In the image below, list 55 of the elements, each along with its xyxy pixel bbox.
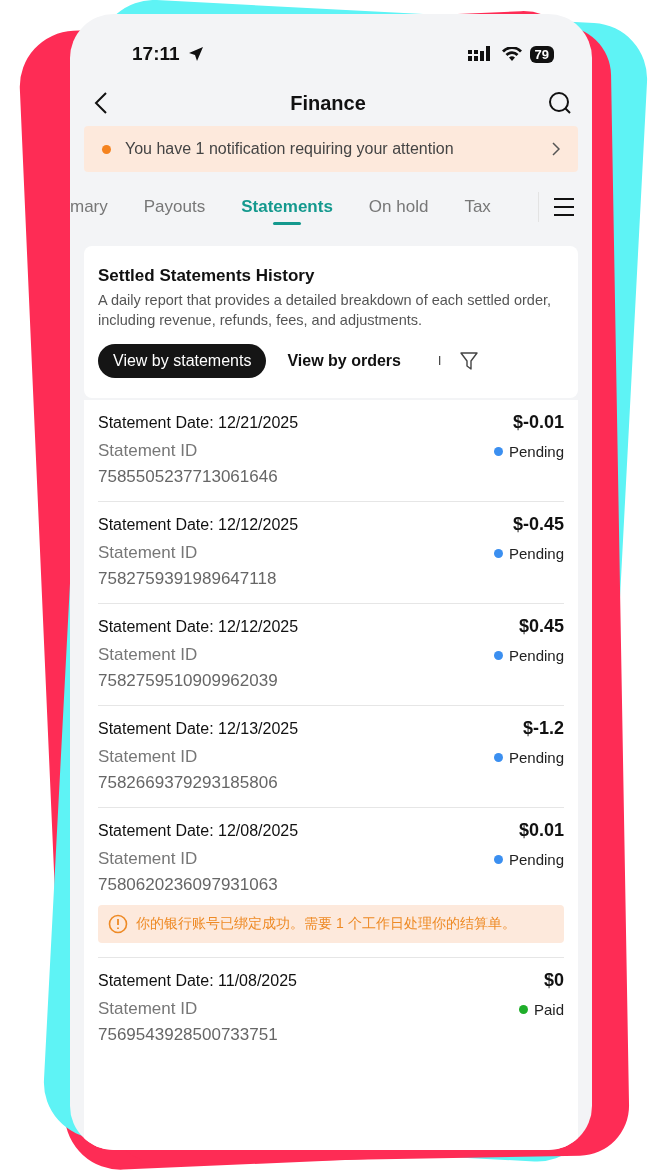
tab[interactable]: On hold [350,180,447,234]
statement-id-label: Statement ID [98,999,198,1019]
statement-amount: $0.45 [518,616,564,637]
wifi-icon [501,46,522,62]
battery-level: 79 [529,45,554,63]
statement-amount: $-0.01 [512,412,564,433]
notice-text: 你的银行账号已绑定成功。需要 1 个工作日处理你的结算单。 [136,915,516,933]
statement-amount: $-1.2 [522,718,564,739]
filter-icon[interactable] [459,351,480,371]
statement-id-label: Statement ID [98,441,198,461]
clock-time: 17:11 [132,43,180,65]
statement-status: Pending [508,850,564,868]
card-description: A daily report that provides a detailed breakdown of each settled order, including revenue, refunds, fees, and adjustments. [98,291,552,330]
notification-text: You have 1 notification requiring your attention [125,140,455,158]
statement-amount: $0.01 [518,820,564,841]
tab[interactable]: Tax [446,180,509,234]
separator: I [437,354,442,368]
statement-id: 7569543928500733751 [98,1025,279,1045]
statement-date: Statement Date: 12/12/2025 [98,617,299,636]
statement-id-label: Statement ID [98,543,198,563]
statement-status: Paid [533,1000,564,1018]
statement-date: Statement Date: 12/21/2025 [98,413,299,432]
status-dot [102,144,111,154]
statement-date: Statement Date: 12/08/2025 [98,821,299,840]
statement-status: Pending [508,748,564,766]
statement-date: Statement Date: 12/12/2025 [98,515,299,534]
statement-date: Statement Date: 11/08/2025 [98,971,297,990]
tab[interactable]: Payouts [125,180,224,234]
search-icon[interactable] [548,91,572,115]
location-arrow-icon [187,46,204,62]
statement-date: Statement Date: 12/13/2025 [98,719,299,738]
statement-id: 7585505237713061646 [98,467,279,487]
tab[interactable]: mary [70,180,126,234]
statement-amount: $-0.45 [512,514,564,535]
warning-icon [108,914,128,934]
tab[interactable]: Statements [223,180,351,234]
view-toggle[interactable]: View by orders [272,344,416,378]
statement-id: 7580620236097931063 [98,875,279,895]
statement-status: Pending [508,442,564,460]
statement-id-label: Statement ID [98,849,198,869]
view-toggle[interactable]: View by statements [98,344,267,378]
statement-status: Pending [508,646,564,664]
chevron-right-icon [552,142,560,156]
menu-icon[interactable] [553,197,575,217]
statement-id: 7582669379293185806 [98,773,279,793]
back-icon[interactable] [94,91,108,115]
statement-status: Pending [508,544,564,562]
card-title: Settled Statements History [98,266,316,286]
statement-id-label: Statement ID [98,747,198,767]
statement-id: 7582759391989647118 [98,569,278,589]
page-title: Finance [290,91,366,115]
statement-id: 7582759510909962039 [98,671,279,691]
statement-amount: $0 [543,970,564,991]
notification-banner[interactable]: You have 1 notification requiring your attention [84,126,578,172]
statement-id-label: Statement ID [98,645,198,665]
